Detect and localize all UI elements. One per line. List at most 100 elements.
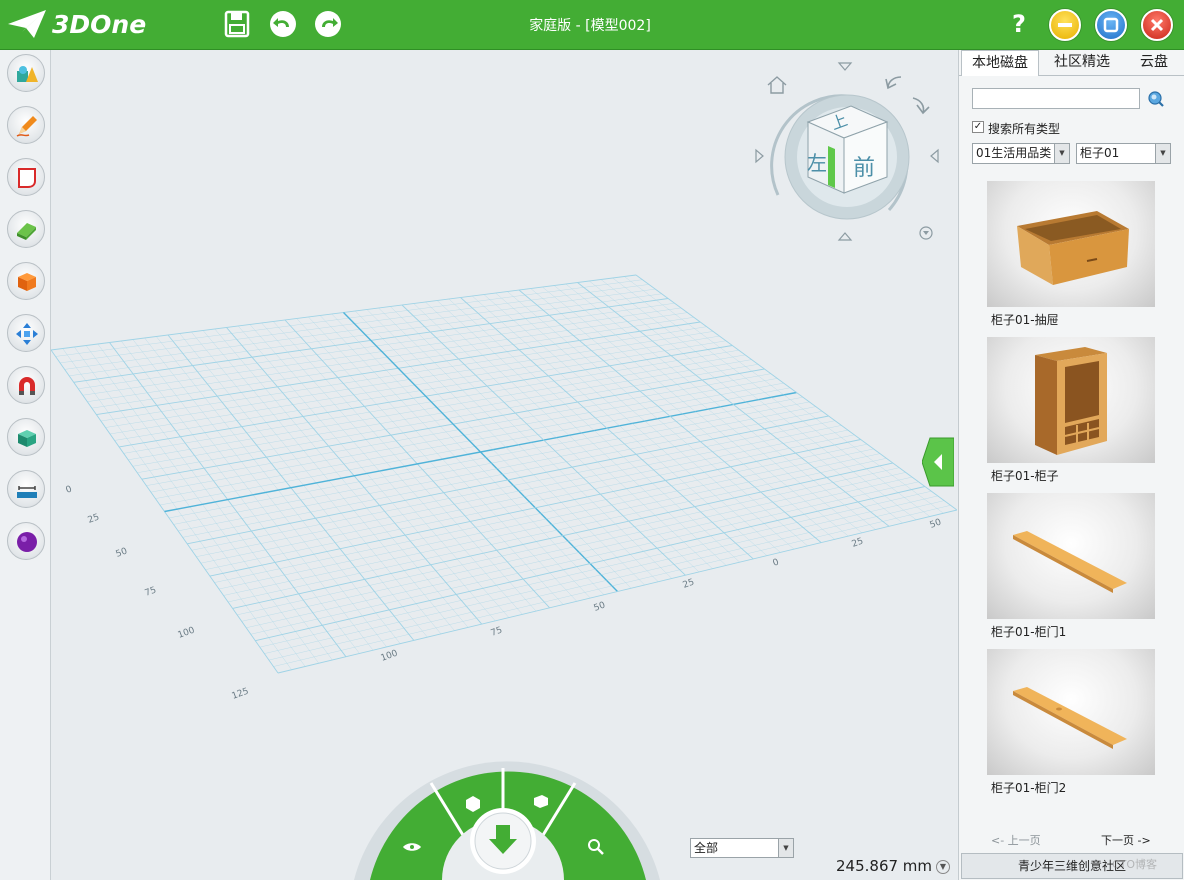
grid-line [553, 285, 863, 533]
model-list: 柜子01-抽屉 柜子01-柜子 柜子01-柜门1 柜子01-柜门2 [959, 174, 1184, 824]
rotate-cw-icon[interactable] [912, 97, 930, 115]
axis-label: 50 [115, 546, 129, 559]
prev-page-link[interactable]: <- 上一页 [991, 832, 1041, 848]
grid-line [268, 500, 945, 661]
basic-edit-icon [16, 323, 38, 345]
model-thumbnail [987, 181, 1155, 307]
axis-label: 50 [593, 600, 607, 613]
axis-label: 100 [380, 648, 400, 663]
sketch-button[interactable] [7, 106, 45, 144]
window-title: 家庭版 - [模型002] [529, 18, 651, 34]
axis-label: 50 [929, 517, 943, 530]
watermark: CTO博客 [1112, 858, 1158, 871]
sketch-pencil-icon [16, 116, 37, 137]
axis-label: 75 [490, 626, 504, 639]
grid-line [273, 505, 951, 667]
grid-line [612, 277, 930, 517]
model-item-label: 柜子01-抽屉 [991, 313, 1059, 327]
redo-icon [315, 11, 341, 37]
door-1-thumbnail-image [1013, 531, 1127, 593]
grid-line [277, 509, 957, 674]
distance-measure-button[interactable] [7, 470, 45, 508]
filter-select-value: 全部 [694, 841, 719, 855]
title-bar: 3DOne 家庭版 - [模型002] ? [0, 0, 1184, 50]
basic-shapes-icon [17, 66, 38, 82]
model-thumbnail [987, 337, 1155, 463]
grid-line [635, 274, 957, 511]
view-cube-front[interactable]: 前 [853, 156, 875, 181]
feature-modify-icon [17, 223, 36, 240]
render-material-button[interactable] [7, 522, 45, 560]
view-right-arrow-icon[interactable] [755, 148, 764, 164]
view-left-arrow-icon[interactable] [930, 148, 939, 164]
resource-panel: 本地磁盘 社区精选 云盘 ✓ 搜索所有类型 01生活用品类 ▼ 柜子01 ▼ 柜… [958, 50, 1184, 880]
panel-collapse-tab[interactable] [921, 436, 955, 488]
grid-line [164, 391, 797, 513]
left-toolbar [0, 50, 51, 880]
grid-line [565, 283, 876, 530]
grid-line [366, 309, 645, 586]
model-item-cabinet[interactable]: 柜子01-柜子 [987, 337, 1155, 487]
basic-edit-button[interactable] [7, 314, 45, 352]
grid-line [390, 306, 672, 579]
tab-local-disk[interactable]: 本地磁盘 [961, 50, 1039, 76]
axis-label: 0 [65, 484, 74, 495]
undo-button[interactable] [268, 9, 298, 39]
save-button[interactable] [222, 9, 252, 39]
tab-cloud[interactable]: 云盘 [1125, 50, 1183, 75]
next-page-link[interactable]: 下一页 -> [1101, 832, 1151, 848]
measurement-dropdown-icon[interactable]: ▼ [936, 860, 950, 874]
grid-line [495, 292, 795, 550]
filter-select[interactable]: 全部 ▼ [690, 838, 794, 858]
grid-line [246, 476, 913, 628]
home-view-icon[interactable] [767, 76, 787, 94]
chevron-down-icon: ▼ [1054, 144, 1069, 163]
search-input[interactable] [972, 88, 1140, 109]
chevron-down-icon: ▼ [778, 839, 793, 857]
axis-label: 25 [682, 578, 696, 591]
grid-line [259, 491, 932, 648]
close-button[interactable] [1141, 9, 1173, 41]
cabinet-thumbnail-image [1035, 347, 1107, 455]
rotate-ccw-icon[interactable] [885, 76, 902, 90]
category-select[interactable]: 01生活用品类 ▼ [972, 143, 1070, 164]
redo-button[interactable] [313, 9, 343, 39]
minimize-icon [1058, 23, 1072, 27]
axis-label: 125 [231, 687, 251, 702]
model-item-label: 柜子01-柜子 [991, 469, 1059, 483]
save-icon [224, 10, 250, 38]
measurement-readout: 245.867 mm [836, 857, 933, 875]
maximize-button[interactable] [1095, 9, 1127, 41]
model-thumbnail [987, 493, 1155, 619]
tab-community[interactable]: 社区精选 [1043, 50, 1121, 75]
model-item-door-2[interactable]: 柜子01-柜门2 [987, 649, 1155, 799]
view-down-arrow-icon[interactable] [837, 232, 853, 241]
model-item-door-1[interactable]: 柜子01-柜门1 [987, 493, 1155, 643]
search-all-types-checkbox[interactable]: ✓ [972, 121, 984, 133]
combine-button[interactable] [7, 418, 45, 456]
search-all-types-label: 搜索所有类型 [988, 122, 1061, 136]
view-cube-left[interactable]: 左 [807, 151, 827, 175]
sketch-edit-button[interactable] [7, 158, 45, 196]
magnet-adsorb-icon [19, 377, 35, 395]
subcategory-select[interactable]: 柜子01 ▼ [1076, 143, 1171, 164]
grid-line [182, 411, 823, 538]
distance-measure-icon [17, 486, 37, 498]
minimize-button[interactable] [1049, 9, 1081, 41]
grid-line [507, 291, 808, 547]
model-item-drawer[interactable]: 柜子01-抽屉 [987, 181, 1155, 331]
special-function-button[interactable] [7, 262, 45, 300]
view-cube[interactable]: 上 左 前 [755, 62, 939, 241]
basic-shapes-button[interactable] [7, 54, 45, 92]
adsorb-button[interactable] [7, 366, 45, 404]
maximize-icon [1103, 17, 1119, 33]
close-icon [1150, 18, 1164, 32]
paper-plane-logo-icon [8, 10, 46, 38]
radial-menu[interactable] [354, 761, 660, 880]
3d-viewport[interactable]: 0 25 50 75 100 125 100 75 50 25 0 25 50 … [51, 50, 957, 880]
feature-modify-button[interactable] [7, 210, 45, 248]
help-button[interactable]: ? [1008, 10, 1030, 38]
material-render-icon [17, 532, 37, 552]
view-up-arrow-icon[interactable] [837, 62, 853, 71]
search-button[interactable] [1147, 90, 1165, 108]
